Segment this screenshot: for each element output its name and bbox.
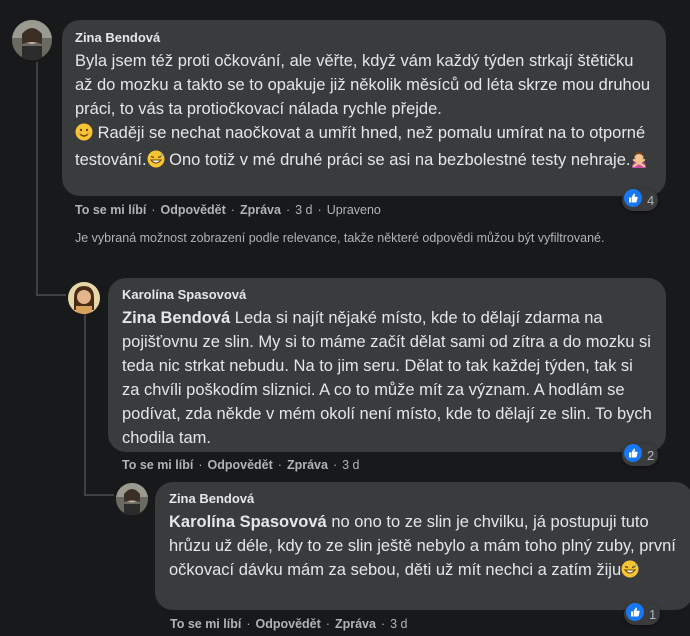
reaction-count: 4 (647, 192, 655, 208)
like-icon (624, 443, 642, 467)
reaction-summary[interactable]: 2 (622, 443, 659, 467)
reply-button[interactable]: Odpovědět (160, 203, 225, 217)
share-button[interactable]: Zpráva (240, 203, 281, 217)
avatar[interactable] (68, 282, 100, 314)
mention-link[interactable]: Zina Bendová (122, 309, 230, 327)
like-icon (624, 188, 642, 212)
comment-author[interactable]: Zina Bendová (169, 491, 679, 506)
thread-line (84, 314, 86, 496)
comment-author[interactable]: Karolína Spasovová (122, 287, 652, 302)
reply-button[interactable]: Odpovědět (207, 458, 272, 472)
reaction-summary[interactable]: 4 (622, 188, 659, 212)
share-button[interactable]: Zpráva (287, 458, 328, 472)
thread-line (84, 494, 114, 496)
smiling-face-icon (75, 123, 93, 148)
reaction-summary[interactable]: 1 (624, 602, 661, 626)
comment-author[interactable]: Zina Bendová (75, 30, 652, 45)
comment-text: Karolína Spasovová no ono to ze slin je … (169, 510, 679, 585)
comment-actions: To se mi líbí · Odpovědět · Zpráva · 3 d · Uprav… (75, 203, 381, 217)
like-icon (626, 602, 644, 626)
comment-bubble: Zina Bendová Karolína Spasovová no ono t… (155, 482, 690, 610)
comment-text: Byla jsem též proti očkování, ale věřte,… (75, 49, 652, 175)
reply-button[interactable]: Odpovědět (255, 617, 320, 631)
thread-line (36, 294, 66, 296)
comment-bubble: Zina Bendová Byla jsem též proti očkován… (62, 20, 666, 196)
avatar[interactable] (12, 20, 52, 60)
comment-text: Zina Bendová Leda si najít nějaké místo,… (122, 309, 652, 447)
like-button[interactable]: To se mi líbí (170, 617, 241, 631)
person-gesturing-no-icon (630, 150, 648, 175)
thread-line (36, 62, 38, 296)
timestamp[interactable]: 3 d (295, 203, 312, 217)
timestamp[interactable]: 3 d (390, 617, 407, 631)
comment-bubble: Karolína Spasovová Zina Bendová Leda si … (108, 278, 666, 452)
comment-actions: To se mi líbí · Odpovědět · Zpráva · 3 d (122, 458, 360, 472)
avatar[interactable] (116, 483, 148, 515)
grinning-sweat-icon (621, 560, 639, 585)
comment-actions: To se mi líbí · Odpovědět · Zpráva · 3 d (170, 617, 408, 631)
edited-label: Upraveno (326, 203, 381, 217)
grinning-sweat-icon (147, 150, 165, 175)
timestamp[interactable]: 3 d (342, 458, 359, 472)
mention-link[interactable]: Karolína Spasovová (169, 513, 327, 531)
relevance-notice: Je vybraná možnost zobrazení podle relev… (75, 231, 605, 245)
reaction-count: 2 (647, 447, 655, 463)
reaction-count: 1 (649, 606, 657, 622)
share-button[interactable]: Zpráva (335, 617, 376, 631)
like-button[interactable]: To se mi líbí (122, 458, 193, 472)
like-button[interactable]: To se mi líbí (75, 203, 146, 217)
